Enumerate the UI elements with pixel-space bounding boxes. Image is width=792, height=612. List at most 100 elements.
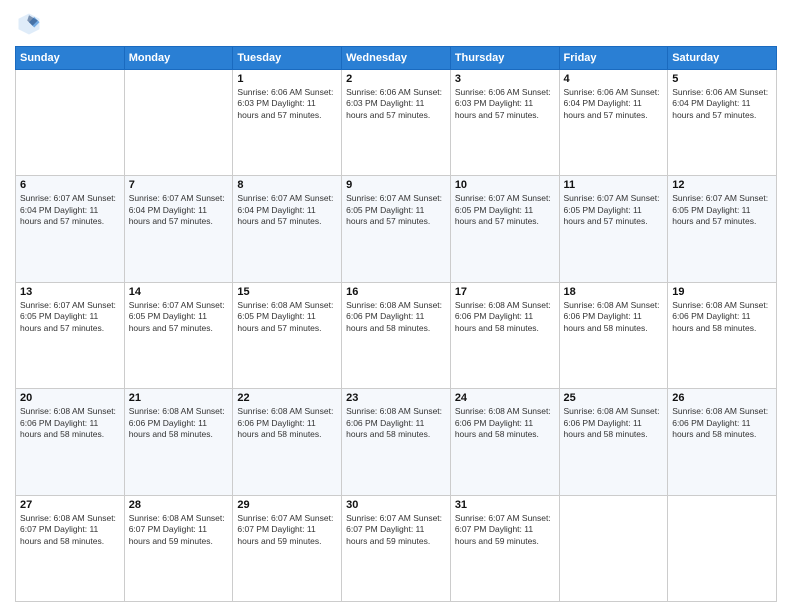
cell-info: Sunrise: 6:07 AM Sunset: 6:05 PM Dayligh…	[20, 300, 120, 334]
cell-info: Sunrise: 6:07 AM Sunset: 6:05 PM Dayligh…	[129, 300, 229, 334]
cell-info: Sunrise: 6:07 AM Sunset: 6:05 PM Dayligh…	[672, 193, 772, 227]
cell-info: Sunrise: 6:08 AM Sunset: 6:07 PM Dayligh…	[129, 513, 229, 547]
day-number: 2	[346, 73, 446, 85]
week-row-1: 1 Sunrise: 6:06 AM Sunset: 6:03 PM Daylig…	[16, 70, 777, 176]
calendar-cell	[559, 495, 668, 601]
cell-info: Sunrise: 6:08 AM Sunset: 6:05 PM Dayligh…	[237, 300, 337, 334]
calendar-cell	[124, 70, 233, 176]
calendar-cell: 18 Sunrise: 6:08 AM Sunset: 6:06 PM Dayli…	[559, 282, 668, 388]
cell-info: Sunrise: 6:06 AM Sunset: 6:03 PM Dayligh…	[237, 87, 337, 121]
calendar-cell: 20 Sunrise: 6:08 AM Sunset: 6:06 PM Dayli…	[16, 389, 125, 495]
cell-info: Sunrise: 6:08 AM Sunset: 6:06 PM Dayligh…	[564, 406, 664, 440]
cell-info: Sunrise: 6:07 AM Sunset: 6:05 PM Dayligh…	[346, 193, 446, 227]
day-number: 16	[346, 286, 446, 298]
day-number: 7	[129, 179, 229, 191]
day-number: 20	[20, 392, 120, 404]
logo	[15, 10, 47, 38]
cell-info: Sunrise: 6:08 AM Sunset: 6:06 PM Dayligh…	[20, 406, 120, 440]
cell-info: Sunrise: 6:07 AM Sunset: 6:04 PM Dayligh…	[237, 193, 337, 227]
header-row: SundayMondayTuesdayWednesdayThursdayFrid…	[16, 47, 777, 70]
calendar-cell: 10 Sunrise: 6:07 AM Sunset: 6:05 PM Dayli…	[450, 176, 559, 282]
day-number: 23	[346, 392, 446, 404]
cell-info: Sunrise: 6:07 AM Sunset: 6:05 PM Dayligh…	[564, 193, 664, 227]
cell-info: Sunrise: 6:06 AM Sunset: 6:03 PM Dayligh…	[455, 87, 555, 121]
day-number: 18	[564, 286, 664, 298]
calendar-cell: 13 Sunrise: 6:07 AM Sunset: 6:05 PM Dayli…	[16, 282, 125, 388]
day-header-friday: Friday	[559, 47, 668, 70]
day-number: 14	[129, 286, 229, 298]
calendar-cell: 23 Sunrise: 6:08 AM Sunset: 6:06 PM Dayli…	[342, 389, 451, 495]
day-number: 22	[237, 392, 337, 404]
calendar-cell: 7 Sunrise: 6:07 AM Sunset: 6:04 PM Daylig…	[124, 176, 233, 282]
cell-info: Sunrise: 6:08 AM Sunset: 6:06 PM Dayligh…	[129, 406, 229, 440]
day-header-saturday: Saturday	[668, 47, 777, 70]
day-number: 30	[346, 499, 446, 511]
day-number: 10	[455, 179, 555, 191]
day-number: 13	[20, 286, 120, 298]
week-row-4: 20 Sunrise: 6:08 AM Sunset: 6:06 PM Dayli…	[16, 389, 777, 495]
cell-info: Sunrise: 6:06 AM Sunset: 6:04 PM Dayligh…	[672, 87, 772, 121]
cell-info: Sunrise: 6:07 AM Sunset: 6:04 PM Dayligh…	[129, 193, 229, 227]
day-header-thursday: Thursday	[450, 47, 559, 70]
cell-info: Sunrise: 6:07 AM Sunset: 6:05 PM Dayligh…	[455, 193, 555, 227]
calendar-cell: 4 Sunrise: 6:06 AM Sunset: 6:04 PM Daylig…	[559, 70, 668, 176]
day-number: 12	[672, 179, 772, 191]
calendar-cell: 28 Sunrise: 6:08 AM Sunset: 6:07 PM Dayli…	[124, 495, 233, 601]
day-number: 5	[672, 73, 772, 85]
calendar-cell: 12 Sunrise: 6:07 AM Sunset: 6:05 PM Dayli…	[668, 176, 777, 282]
day-number: 27	[20, 499, 120, 511]
cell-info: Sunrise: 6:07 AM Sunset: 6:07 PM Dayligh…	[346, 513, 446, 547]
day-number: 15	[237, 286, 337, 298]
day-number: 17	[455, 286, 555, 298]
calendar-cell: 16 Sunrise: 6:08 AM Sunset: 6:06 PM Dayli…	[342, 282, 451, 388]
calendar-cell: 3 Sunrise: 6:06 AM Sunset: 6:03 PM Daylig…	[450, 70, 559, 176]
day-number: 19	[672, 286, 772, 298]
calendar-cell: 26 Sunrise: 6:08 AM Sunset: 6:06 PM Dayli…	[668, 389, 777, 495]
day-header-tuesday: Tuesday	[233, 47, 342, 70]
day-number: 9	[346, 179, 446, 191]
cell-info: Sunrise: 6:08 AM Sunset: 6:06 PM Dayligh…	[672, 406, 772, 440]
day-number: 1	[237, 73, 337, 85]
day-number: 8	[237, 179, 337, 191]
calendar-table: SundayMondayTuesdayWednesdayThursdayFrid…	[15, 46, 777, 602]
cell-info: Sunrise: 6:08 AM Sunset: 6:06 PM Dayligh…	[455, 406, 555, 440]
calendar-cell: 1 Sunrise: 6:06 AM Sunset: 6:03 PM Daylig…	[233, 70, 342, 176]
calendar-cell: 6 Sunrise: 6:07 AM Sunset: 6:04 PM Daylig…	[16, 176, 125, 282]
cell-info: Sunrise: 6:08 AM Sunset: 6:06 PM Dayligh…	[346, 300, 446, 334]
day-number: 21	[129, 392, 229, 404]
week-row-3: 13 Sunrise: 6:07 AM Sunset: 6:05 PM Dayli…	[16, 282, 777, 388]
day-number: 28	[129, 499, 229, 511]
day-number: 31	[455, 499, 555, 511]
calendar-cell: 17 Sunrise: 6:08 AM Sunset: 6:06 PM Dayli…	[450, 282, 559, 388]
cell-info: Sunrise: 6:07 AM Sunset: 6:07 PM Dayligh…	[237, 513, 337, 547]
calendar-cell: 27Sunrise: 6:08 AM Sunset: 6:07 PM Dayli…	[16, 495, 125, 601]
calendar-cell: 5 Sunrise: 6:06 AM Sunset: 6:04 PM Daylig…	[668, 70, 777, 176]
calendar-cell: 14 Sunrise: 6:07 AM Sunset: 6:05 PM Dayli…	[124, 282, 233, 388]
day-number: 3	[455, 73, 555, 85]
day-number: 24	[455, 392, 555, 404]
cell-info: Sunrise: 6:07 AM Sunset: 6:04 PM Dayligh…	[20, 193, 120, 227]
calendar-cell: 24 Sunrise: 6:08 AM Sunset: 6:06 PM Dayli…	[450, 389, 559, 495]
cell-info: Sunrise: 6:08 AM Sunset: 6:06 PM Dayligh…	[672, 300, 772, 334]
calendar-cell: 8 Sunrise: 6:07 AM Sunset: 6:04 PM Daylig…	[233, 176, 342, 282]
calendar-cell: 25 Sunrise: 6:08 AM Sunset: 6:06 PM Dayli…	[559, 389, 668, 495]
calendar-cell: 2Sunrise: 6:06 AM Sunset: 6:03 PM Daylig…	[342, 70, 451, 176]
cell-info: Sunrise: 6:08 AM Sunset: 6:06 PM Dayligh…	[346, 406, 446, 440]
day-number: 29	[237, 499, 337, 511]
logo-icon	[15, 10, 43, 38]
day-number: 25	[564, 392, 664, 404]
cell-info: Sunrise: 6:08 AM Sunset: 6:06 PM Dayligh…	[455, 300, 555, 334]
calendar-cell	[16, 70, 125, 176]
day-number: 6	[20, 179, 120, 191]
cell-info: Sunrise: 6:08 AM Sunset: 6:06 PM Dayligh…	[564, 300, 664, 334]
cell-info: Sunrise: 6:06 AM Sunset: 6:04 PM Dayligh…	[564, 87, 664, 121]
cell-info: Sunrise: 6:08 AM Sunset: 6:06 PM Dayligh…	[237, 406, 337, 440]
day-number: 26	[672, 392, 772, 404]
calendar-cell: 22 Sunrise: 6:08 AM Sunset: 6:06 PM Dayli…	[233, 389, 342, 495]
day-number: 11	[564, 179, 664, 191]
day-number: 4	[564, 73, 664, 85]
calendar-cell: 29 Sunrise: 6:07 AM Sunset: 6:07 PM Dayli…	[233, 495, 342, 601]
calendar-cell: 31 Sunrise: 6:07 AM Sunset: 6:07 PM Dayli…	[450, 495, 559, 601]
cell-info: Sunrise: 6:07 AM Sunset: 6:07 PM Dayligh…	[455, 513, 555, 547]
calendar-cell: 11 Sunrise: 6:07 AM Sunset: 6:05 PM Dayli…	[559, 176, 668, 282]
